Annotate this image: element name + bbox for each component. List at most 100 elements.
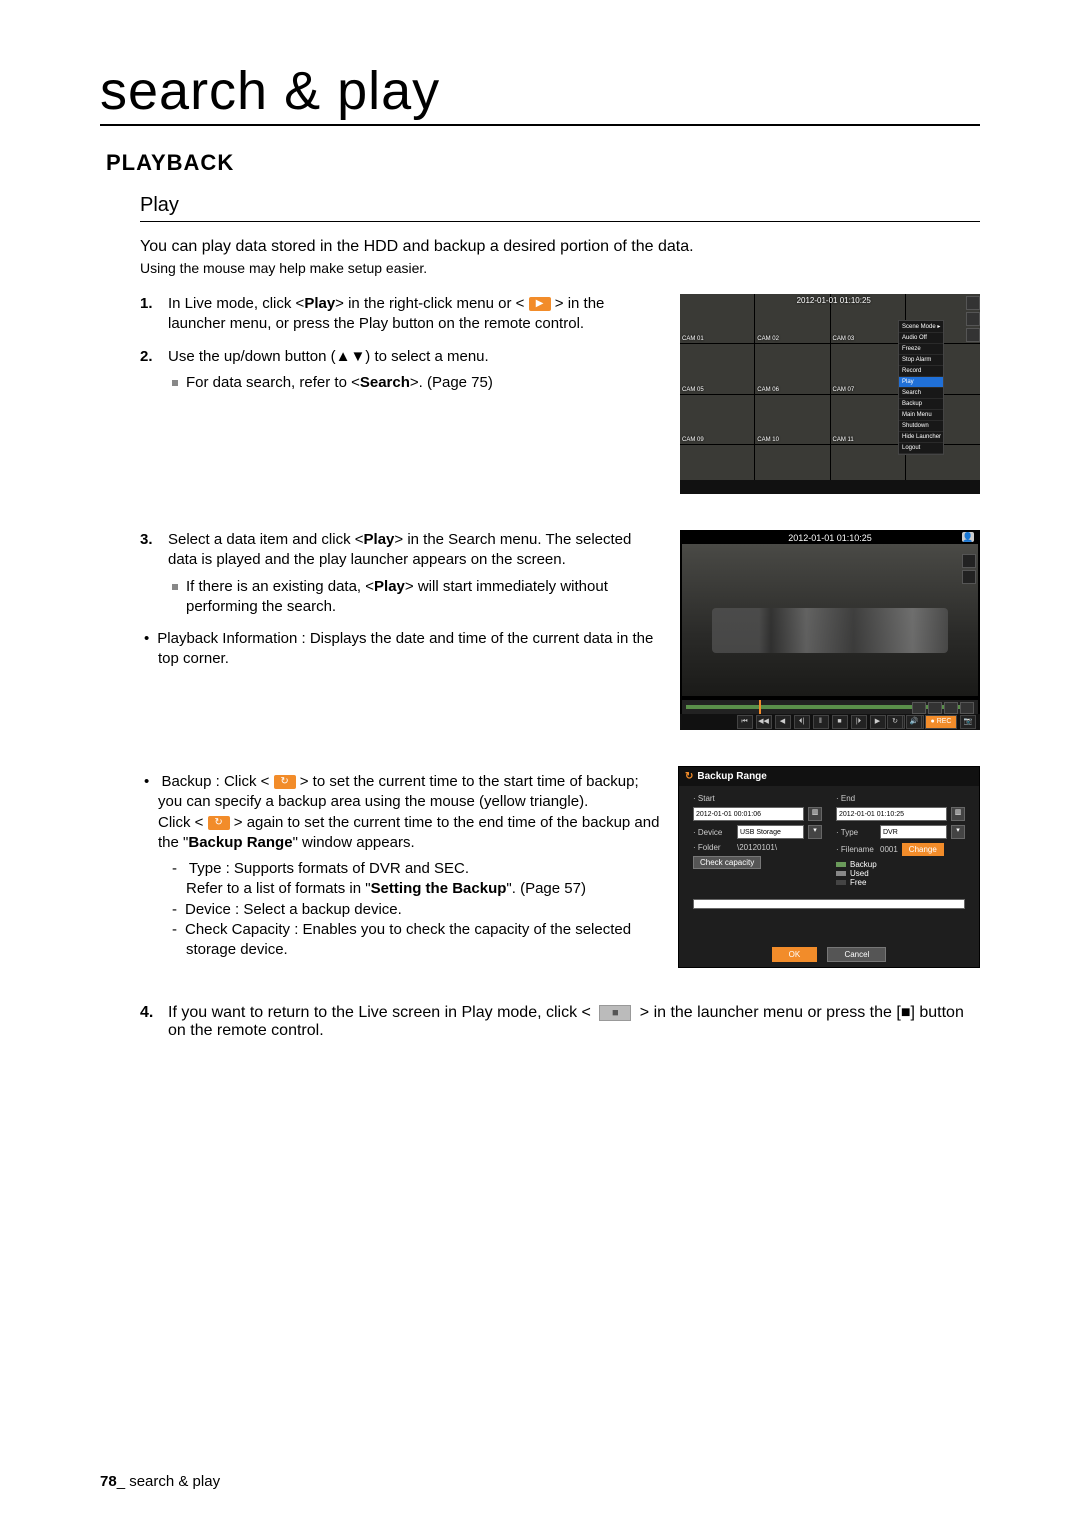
page-number: 78 (100, 1473, 117, 1490)
rewind-button[interactable]: ◀◀ (756, 715, 772, 729)
t: Type : Supports formats of DVR and SEC. (189, 860, 469, 877)
menu-item[interactable]: Freeze (899, 344, 943, 355)
cancel-button[interactable]: Cancel (827, 947, 886, 962)
backup-desc: Backup : Click < ↻ > to set the current … (158, 772, 660, 960)
person-icon[interactable]: 👤 (962, 532, 974, 542)
layout-icon[interactable] (928, 702, 942, 714)
skip-start-button[interactable]: ⏮ (737, 715, 753, 729)
play-button[interactable]: ▶ (870, 715, 886, 729)
camera-icon[interactable]: 📷 (960, 715, 976, 729)
cam-tile (680, 344, 754, 393)
menu-item-play[interactable]: Play (899, 377, 943, 388)
type-label: · Type (836, 828, 876, 837)
side-icon[interactable] (966, 312, 980, 326)
menu-item[interactable]: Shutdown (899, 421, 943, 432)
manual-page: search & play PLAYBACK Play You can play… (0, 0, 1080, 1530)
calendar-icon[interactable]: ▥ (951, 807, 965, 821)
folder-value: \20120101\ (737, 843, 777, 852)
cam-tile (755, 395, 829, 444)
check-capacity-button[interactable]: Check capacity (693, 856, 761, 869)
menu-item[interactable]: Record (899, 366, 943, 377)
zoom-controls (962, 554, 974, 584)
step-1: In Live mode, click <Play> in the right-… (140, 294, 662, 335)
menu-item[interactable]: Main Menu (899, 410, 943, 421)
timeline[interactable] (682, 700, 978, 714)
step-fwd-button[interactable]: |⏵ (851, 715, 867, 729)
menu-item[interactable]: Audio Off (899, 333, 943, 344)
filename-label: · Filename (836, 845, 876, 854)
ok-button[interactable]: OK (772, 947, 818, 962)
cam-tile (755, 344, 829, 393)
bold-play: Play (364, 531, 395, 548)
context-menu[interactable]: Scene Mode ▸ Audio Off Freeze Stop Alarm… (898, 320, 944, 455)
step-4: If you want to return to the Live screen… (140, 1004, 980, 1040)
menu-item[interactable]: Hide Launcher (899, 432, 943, 443)
stop-button[interactable]: ■ (832, 715, 848, 729)
step-2: Use the up/down button (▲▼) to select a … (140, 347, 662, 394)
zoom-in-icon[interactable] (962, 554, 976, 568)
video-area (682, 544, 978, 696)
start-input[interactable]: 2012-01-01 00:01:06 (693, 807, 804, 821)
zoom-out-icon[interactable] (962, 570, 976, 584)
timeline-cursor[interactable] (759, 700, 761, 714)
type-select[interactable]: DVR (880, 825, 947, 839)
step3-sub-item: If there is an existing data, <Play> wil… (186, 577, 662, 618)
menu-item[interactable]: Stop Alarm (899, 355, 943, 366)
dropdown-icon[interactable]: ▾ (808, 825, 822, 839)
screenshot-live-grid: 2012-01-01 01:10:25 (680, 294, 980, 494)
backup-icon[interactable]: ↻ (887, 715, 903, 729)
cam-tile (680, 294, 754, 343)
backup-icon: ↻ (208, 816, 230, 830)
menu-item[interactable]: Backup (899, 399, 943, 410)
t: Refer to a list of formats in " (186, 880, 371, 897)
mouse-note: Using the mouse may help make setup easi… (140, 260, 980, 276)
layout-icon[interactable] (912, 702, 926, 714)
type-line: Type : Supports formats of DVR and SEC. … (186, 859, 660, 900)
check-capacity-line: Check Capacity : Enables you to check th… (186, 920, 660, 961)
capacity-bar (693, 899, 965, 909)
intro-text: You can play data stored in the HDD and … (140, 238, 980, 256)
dialog-title: Backup Range (679, 767, 979, 786)
dialog-body: · Start 2012-01-01 00:01:06 ▥ · Device U… (679, 786, 979, 895)
menu-item[interactable]: Logout (899, 443, 943, 454)
change-button[interactable]: Change (902, 843, 944, 856)
video-scene (712, 608, 949, 654)
bold-search: Search (360, 374, 410, 391)
calendar-icon[interactable]: ▥ (808, 807, 822, 821)
timeline-view-icons (912, 702, 974, 714)
steps-list-2: Select a data item and click <Play> in t… (140, 530, 662, 617)
device-select[interactable]: USB Storage (737, 825, 804, 839)
backup-icon: ↻ (274, 775, 296, 789)
layout-icon[interactable] (960, 702, 974, 714)
bold-play: Play (304, 295, 335, 312)
end-input[interactable]: 2012-01-01 01:10:25 (836, 807, 947, 821)
stop-icon: ■ (599, 1005, 631, 1021)
page-footer: 78_ search & play (100, 1473, 220, 1490)
volume-icon[interactable]: 🔊 (906, 715, 922, 729)
menu-item[interactable]: Search (899, 388, 943, 399)
playback-controls: ⏮ ◀◀ ◀ ⏴| ‖ ■ |⏵ ▶ ▶▶ ⏭ ↻ 🔊 ● REC 📷 (680, 714, 980, 730)
reverse-button[interactable]: ◀ (775, 715, 791, 729)
block-step-3: Select a data item and click <Play> in t… (140, 530, 980, 730)
menu-item[interactable]: Scene Mode ▸ (899, 321, 943, 333)
col-start: · Start 2012-01-01 00:01:06 ▥ · Device U… (693, 794, 822, 887)
t: Use the up/down button (▲▼) to select a … (168, 348, 489, 365)
backup-bullets: Backup : Click < ↻ > to set the current … (140, 772, 660, 960)
dropdown-icon[interactable]: ▾ (951, 825, 965, 839)
pause-button[interactable]: ‖ (813, 715, 829, 729)
pb-info: Playback Information : Displays the date… (158, 629, 662, 670)
filename-value: 0001 (880, 845, 898, 854)
step-back-button[interactable]: ⏴| (794, 715, 810, 729)
side-icon[interactable] (966, 328, 980, 342)
screenshot-backup-range: Backup Range · Start 2012-01-01 00:01:06… (678, 766, 980, 968)
bold-setting-backup: Setting the Backup (371, 880, 507, 897)
side-icon[interactable] (966, 296, 980, 310)
layout-icon[interactable] (944, 702, 958, 714)
subsection: Play You can play data stored in the HDD… (140, 194, 980, 1040)
t: For data search, refer to < (186, 374, 360, 391)
rec-button[interactable]: ● REC (925, 715, 957, 729)
step2-sub: For data search, refer to <Search>. (Pag… (168, 373, 662, 393)
play-icon: ▶ (529, 297, 551, 311)
legend-backup: Backup (836, 860, 965, 869)
live-side-toolbar (964, 294, 980, 478)
